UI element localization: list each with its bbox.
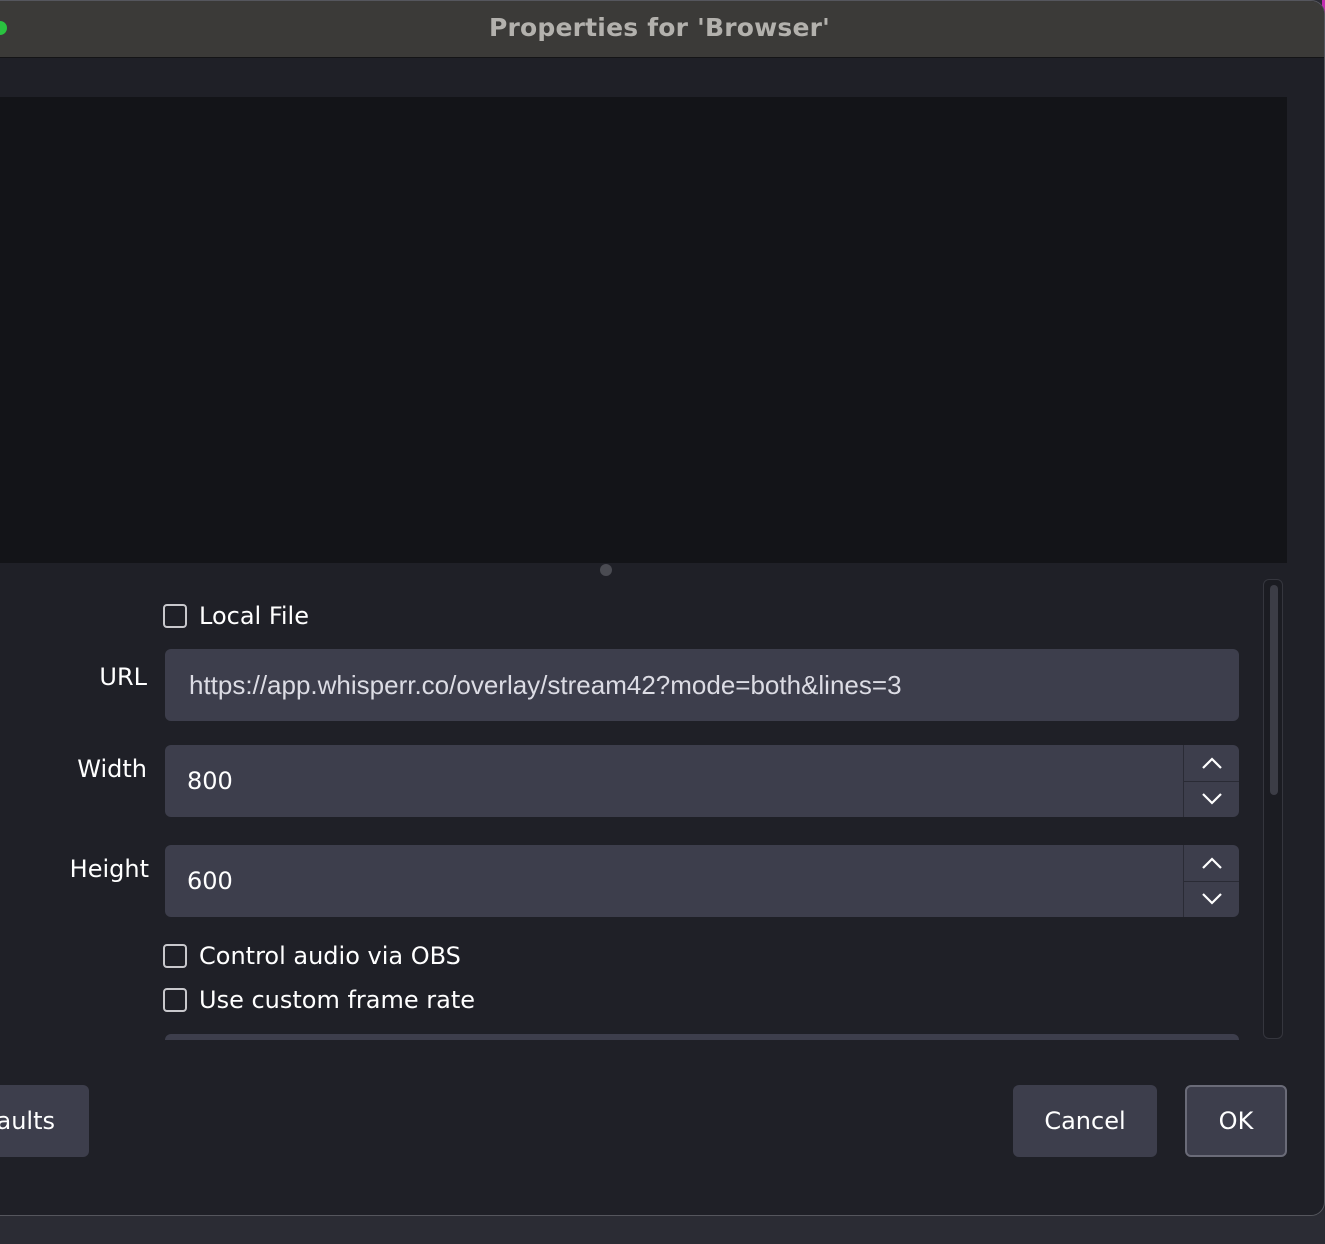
title-bar[interactable]: Properties for 'Browser' [0,1,1324,58]
url-field[interactable] [165,649,1239,721]
width-increment-button[interactable] [1184,745,1239,782]
height-increment-button[interactable] [1184,845,1239,882]
scrollbar-thumb[interactable] [1270,585,1278,795]
local-file-row[interactable]: Local File [163,602,309,630]
cancel-button[interactable]: Cancel [1013,1085,1157,1157]
custom-frame-rate-row[interactable]: Use custom frame rate [163,986,475,1014]
desktop-strip [0,1215,1325,1244]
width-label: Width [77,755,147,783]
url-label: URL [99,663,147,691]
control-audio-checkbox[interactable] [163,944,187,968]
url-input[interactable] [165,649,1239,721]
chevron-up-icon [1201,857,1222,869]
properties-scrollbar[interactable] [1263,579,1283,1039]
custom-frame-rate-checkbox[interactable] [163,988,187,1012]
control-audio-row[interactable]: Control audio via OBS [163,942,461,970]
local-file-checkbox[interactable] [163,604,187,628]
next-field-partial [165,1034,1239,1040]
properties-dialog: Properties for 'Browser' Local File URL … [0,0,1325,1216]
browser-preview [0,97,1287,563]
width-decrement-button[interactable] [1184,781,1239,817]
defaults-button[interactable]: aults [0,1085,89,1157]
width-stepper [1183,745,1239,817]
height-stepper [1183,845,1239,917]
chevron-up-icon [1201,757,1222,769]
chevron-down-icon [1201,893,1222,905]
height-input[interactable] [165,845,1183,917]
width-input[interactable] [165,745,1183,817]
splitter-handle[interactable] [600,564,612,576]
control-audio-label: Control audio via OBS [199,942,461,970]
ok-button[interactable]: OK [1185,1085,1287,1157]
custom-frame-rate-label: Use custom frame rate [199,986,476,1014]
window-title: Properties for 'Browser' [488,13,831,42]
height-decrement-button[interactable] [1184,881,1239,917]
height-field[interactable] [165,845,1239,917]
local-file-label: Local File [199,602,309,630]
width-field[interactable] [165,745,1239,817]
chevron-down-icon [1201,793,1222,805]
height-label: Height [69,855,149,883]
